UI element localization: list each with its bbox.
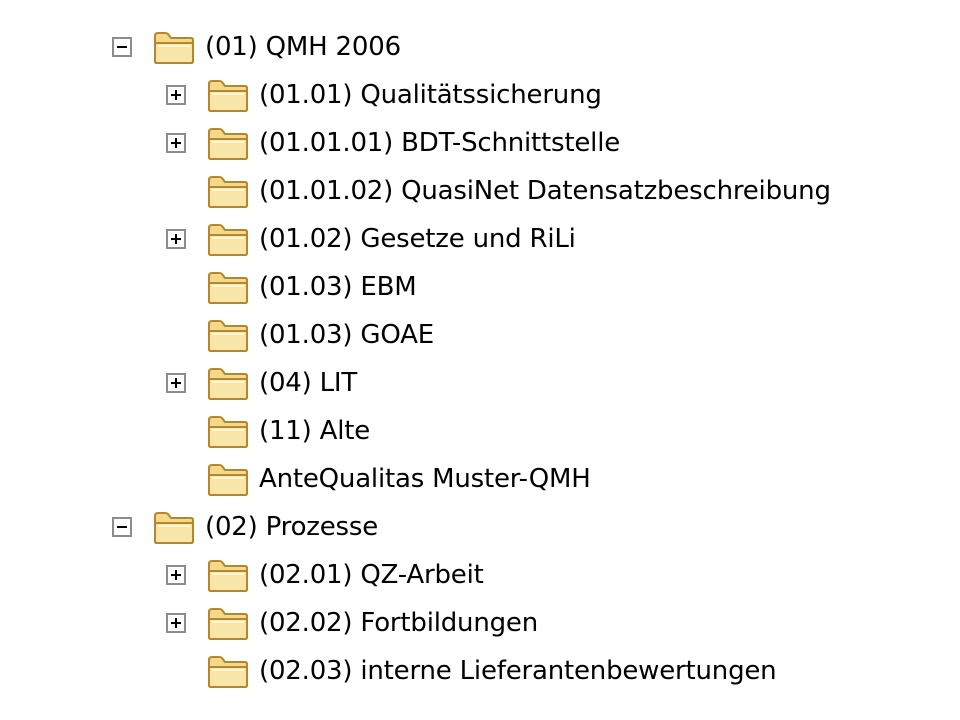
tree-item-label: (02.01) QZ-Arbeit (259, 560, 484, 590)
toggle-spacer (166, 277, 186, 297)
tree-item-label: (02) Prozesse (205, 512, 379, 542)
folder-icon (208, 656, 248, 688)
tree-item-label: (11) Alte (259, 416, 371, 446)
expand-icon[interactable] (166, 373, 186, 393)
toggle-spacer (166, 469, 186, 489)
tree-item-label: (01.01.02) QuasiNet Datensatzbeschreibun… (259, 176, 831, 206)
tree-item[interactable]: (02.01) QZ-Arbeit (166, 555, 484, 595)
folder-icon (208, 608, 248, 640)
expand-icon[interactable] (166, 133, 186, 153)
folder-icon (208, 80, 248, 112)
folder-icon (208, 224, 248, 256)
tree-item[interactable]: AnteQualitas Muster-QMH (166, 459, 591, 499)
tree-item-label: (01.03) GOAE (259, 320, 434, 350)
tree-item-label: (01) QMH 2006 (205, 32, 401, 62)
folder-icon (208, 320, 248, 352)
tree-item[interactable]: (01.03) GOAE (166, 315, 434, 355)
toggle-spacer (166, 325, 186, 345)
tree-item-label: (01.02) Gesetze und RiLi (259, 224, 576, 254)
folder-icon (208, 416, 248, 448)
tree-item[interactable]: (01) QMH 2006 (112, 27, 401, 67)
folder-icon (208, 128, 248, 160)
folder-icon (208, 272, 248, 304)
collapse-icon[interactable] (112, 37, 132, 57)
folder-tree: (01) QMH 2006 (01.01) Qualitätssicherung (… (0, 0, 960, 720)
tree-item[interactable]: (04) LIT (166, 363, 357, 403)
tree-item[interactable]: (01.03) EBM (166, 267, 417, 307)
tree-item[interactable]: (02.03) interne Lieferantenbewertungen (166, 651, 777, 691)
folder-icon (208, 560, 248, 592)
tree-item[interactable]: (02.02) Fortbildungen (166, 603, 538, 643)
tree-item[interactable]: (01.01.02) QuasiNet Datensatzbeschreibun… (166, 171, 831, 211)
expand-icon[interactable] (166, 613, 186, 633)
folder-icon (154, 32, 194, 64)
tree-item[interactable]: (02) Prozesse (112, 507, 378, 547)
folder-icon (208, 176, 248, 208)
toggle-spacer (166, 661, 186, 681)
folder-icon (208, 464, 248, 496)
tree-item-label: (01.03) EBM (259, 272, 417, 302)
expand-icon[interactable] (166, 229, 186, 249)
tree-item[interactable]: (11) Alte (166, 411, 370, 451)
tree-item-label: (02.03) interne Lieferantenbewertungen (259, 656, 777, 686)
tree-item[interactable]: (01.01.01) BDT-Schnittstelle (166, 123, 620, 163)
toggle-spacer (166, 181, 186, 201)
collapse-icon[interactable] (112, 517, 132, 537)
tree-item-label: (01.01) Qualitätssicherung (259, 80, 602, 110)
folder-icon (208, 368, 248, 400)
folder-icon (154, 512, 194, 544)
tree-item-label: AnteQualitas Muster-QMH (259, 464, 591, 494)
expand-icon[interactable] (166, 85, 186, 105)
tree-item-label: (01.01.01) BDT-Schnittstelle (259, 128, 621, 158)
tree-item-label: (02.02) Fortbildungen (259, 608, 538, 638)
expand-icon[interactable] (166, 565, 186, 585)
tree-item[interactable]: (01.01) Qualitätssicherung (166, 75, 602, 115)
toggle-spacer (166, 421, 186, 441)
tree-item[interactable]: (01.02) Gesetze und RiLi (166, 219, 576, 259)
tree-item-label: (04) LIT (259, 368, 358, 398)
